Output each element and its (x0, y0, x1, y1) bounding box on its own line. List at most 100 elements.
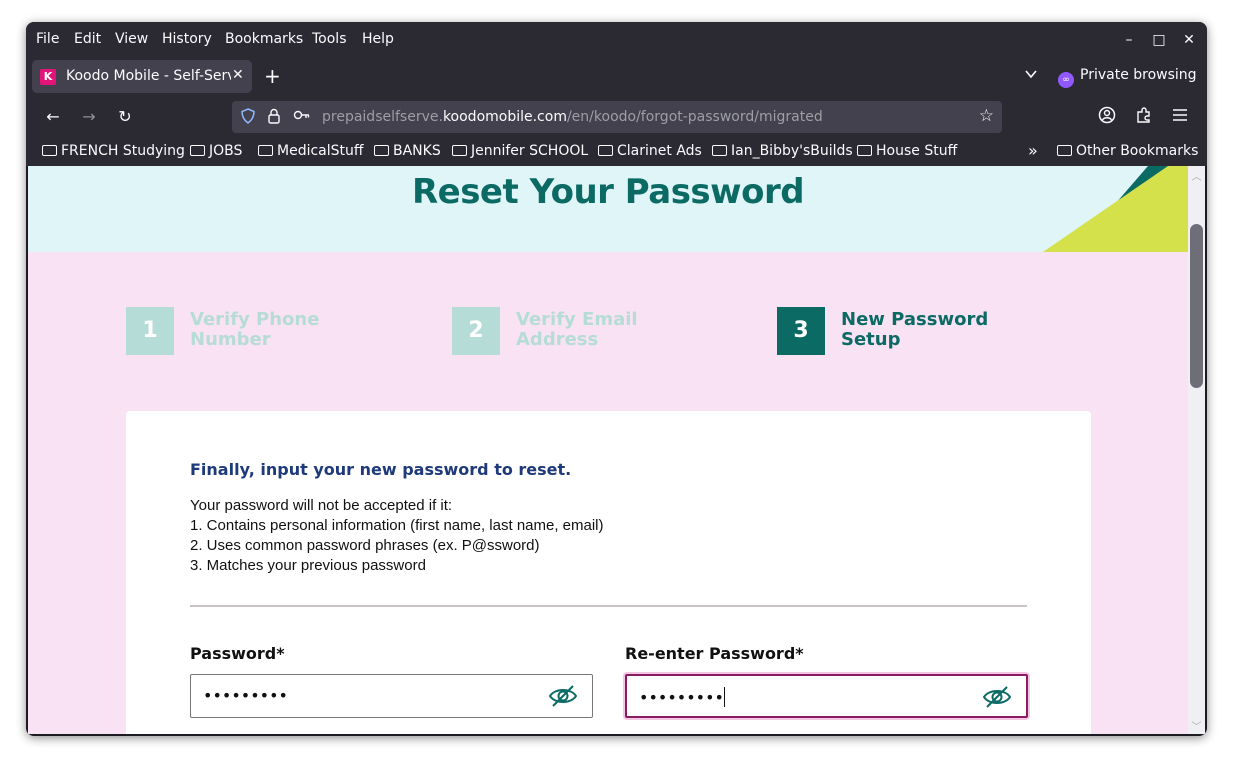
step-1-label-line1: Verify Phone (190, 309, 320, 330)
hero-banner: Reset Your Password (28, 166, 1188, 252)
folder-icon (452, 145, 467, 156)
url-prefix: prepaidselfserve. (322, 109, 443, 125)
list-all-tabs-chevron-down-icon[interactable] (1024, 66, 1038, 85)
url-bar[interactable]: prepaidselfserve.koodomobile.com/en/kood… (232, 101, 1002, 133)
bookmark-folder[interactable]: BANKS (374, 143, 441, 159)
tab-koodo[interactable]: K Koodo Mobile - Self-Serve ✕ (32, 60, 252, 93)
folder-icon (1057, 145, 1072, 156)
private-browsing-label: Private browsing (1080, 67, 1197, 83)
folder-icon (190, 145, 205, 156)
menu-history[interactable]: History (162, 31, 212, 47)
maximize-button[interactable]: □ (1148, 29, 1170, 51)
minimize-button[interactable]: – (1118, 29, 1140, 51)
step-1-label: Verify Phone Number (190, 310, 390, 350)
url-text[interactable]: prepaidselfserve.koodomobile.com/en/kood… (322, 109, 823, 125)
step-2-number: 2 (452, 307, 500, 355)
navigation-bar: ← → ↻ prepaidselfserve.koodomobile.com/e… (26, 96, 1207, 138)
account-icon[interactable] (1096, 106, 1118, 128)
bookmark-folder[interactable]: House Stuff (857, 143, 957, 159)
bookmark-label: Other Bookmarks (1076, 143, 1199, 159)
password-input[interactable]: ••••••••• (190, 674, 593, 718)
bookmarks-overflow-chevron-icon[interactable]: » (1028, 141, 1038, 160)
folder-icon (712, 145, 727, 156)
folder-icon (857, 145, 872, 156)
scroll-down-arrow-icon[interactable]: ﹀ (1191, 718, 1202, 733)
bookmark-star-icon[interactable]: ☆ (979, 106, 994, 126)
page-scrollbar[interactable]: ︿ ﹀ (1188, 166, 1205, 734)
text-caret (723, 687, 725, 707)
rule-item: 2. Uses common password phrases (ex. P@s… (190, 537, 540, 554)
other-bookmarks-folder[interactable]: Other Bookmarks (1057, 143, 1198, 159)
reenter-password-dots: ••••••••• (639, 688, 724, 707)
bookmark-label: BANKS (393, 143, 441, 159)
menu-help[interactable]: Help (362, 31, 394, 47)
bookmark-label: Clarinet Ads (617, 143, 702, 159)
bookmark-label: House Stuff (876, 143, 958, 159)
password-rules: Your password will not be accepted if it… (190, 496, 604, 576)
reenter-password-value: ••••••••• (639, 687, 725, 707)
folder-icon (42, 145, 57, 156)
folder-icon (598, 145, 613, 156)
tab-bar: K Koodo Mobile - Self-Serve ✕ + ∞ Private… (26, 58, 1207, 96)
url-path: /en/koodo/forgot-password/migrated (566, 109, 823, 125)
bookmark-label: FRENCH Studying (61, 143, 185, 159)
extensions-puzzle-icon[interactable] (1133, 106, 1155, 128)
browser-window: File Edit View History Bookmarks Tools H… (26, 22, 1207, 736)
bookmark-folder[interactable]: MedicalStuff (258, 143, 364, 159)
folder-icon (374, 145, 389, 156)
bookmarks-toolbar: FRENCH Studying JOBS MedicalStuff BANKS … (26, 138, 1207, 166)
step-2-label: Verify Email Address (516, 310, 716, 350)
key-icon[interactable] (293, 108, 311, 126)
step-3-label-line1: New Password (841, 309, 989, 330)
menu-file[interactable]: File (36, 31, 59, 47)
menu-edit[interactable]: Edit (74, 31, 101, 47)
bookmark-folder[interactable]: JOBS (190, 143, 242, 159)
step-2-label-line1: Verify Email (516, 309, 638, 330)
password-value: ••••••••• (203, 686, 288, 705)
menu-bookmarks[interactable]: Bookmarks (225, 31, 303, 47)
show-password-eye-slash-icon[interactable] (548, 684, 578, 708)
reenter-password-input[interactable]: ••••••••• (625, 674, 1028, 718)
forward-arrow-icon[interactable]: → (78, 106, 100, 128)
bookmark-folder[interactable]: FRENCH Studying (42, 143, 185, 159)
menu-view[interactable]: View (115, 31, 148, 47)
show-password-eye-slash-icon[interactable] (982, 685, 1012, 709)
page-content: Reset Your Password 1 Verify Phone Numbe… (28, 166, 1188, 734)
scrollbar-thumb[interactable] (1190, 224, 1203, 388)
rule-item: 1. Contains personal information (first … (190, 517, 604, 534)
bookmark-label: JOBS (209, 143, 243, 159)
password-label: Password* (190, 644, 285, 663)
hamburger-menu-icon[interactable] (1169, 106, 1191, 128)
back-arrow-icon[interactable]: ← (42, 106, 64, 128)
bookmark-folder[interactable]: Ian_Bibby'sBuilds (712, 143, 853, 159)
step-1-label-line2: Number (190, 329, 271, 350)
bookmark-label: Jennifer SCHOOL (471, 143, 589, 159)
url-host: koodomobile.com (442, 109, 567, 125)
close-window-button[interactable]: ✕ (1178, 29, 1200, 51)
tracking-protection-shield-icon[interactable] (241, 108, 255, 128)
bookmark-label: MedicalStuff (277, 143, 364, 159)
private-browsing-indicator: ∞ Private browsing (1058, 67, 1197, 88)
form-heading: Finally, input your new password to rese… (190, 460, 572, 479)
step-2-label-line2: Address (516, 329, 599, 350)
tab-title: Koodo Mobile - Self-Serve (66, 68, 231, 84)
rule-item: 3. Matches your previous password (190, 557, 426, 574)
reload-icon[interactable]: ↻ (114, 106, 136, 128)
new-tab-button[interactable]: + (264, 64, 281, 88)
reset-form-card: Finally, input your new password to rese… (126, 411, 1091, 734)
step-1-number: 1 (126, 307, 174, 355)
step-3-number: 3 (777, 307, 825, 355)
lock-icon[interactable] (267, 108, 281, 128)
rules-intro: Your password will not be accepted if it… (190, 497, 453, 514)
bookmark-folder[interactable]: Jennifer SCHOOL (452, 143, 588, 159)
koodo-favicon-icon: K (40, 69, 56, 85)
bookmark-label: Ian_Bibby'sBuilds (731, 143, 853, 159)
tab-close-icon[interactable]: ✕ (232, 67, 244, 83)
menu-bar: File Edit View History Bookmarks Tools H… (26, 22, 1207, 58)
menu-tools[interactable]: Tools (312, 31, 347, 47)
bookmark-folder[interactable]: Clarinet Ads (598, 143, 702, 159)
reenter-password-label: Re-enter Password* (625, 644, 804, 663)
folder-icon (258, 145, 273, 156)
divider (190, 605, 1027, 607)
scroll-up-arrow-icon[interactable]: ︿ (1191, 168, 1202, 183)
